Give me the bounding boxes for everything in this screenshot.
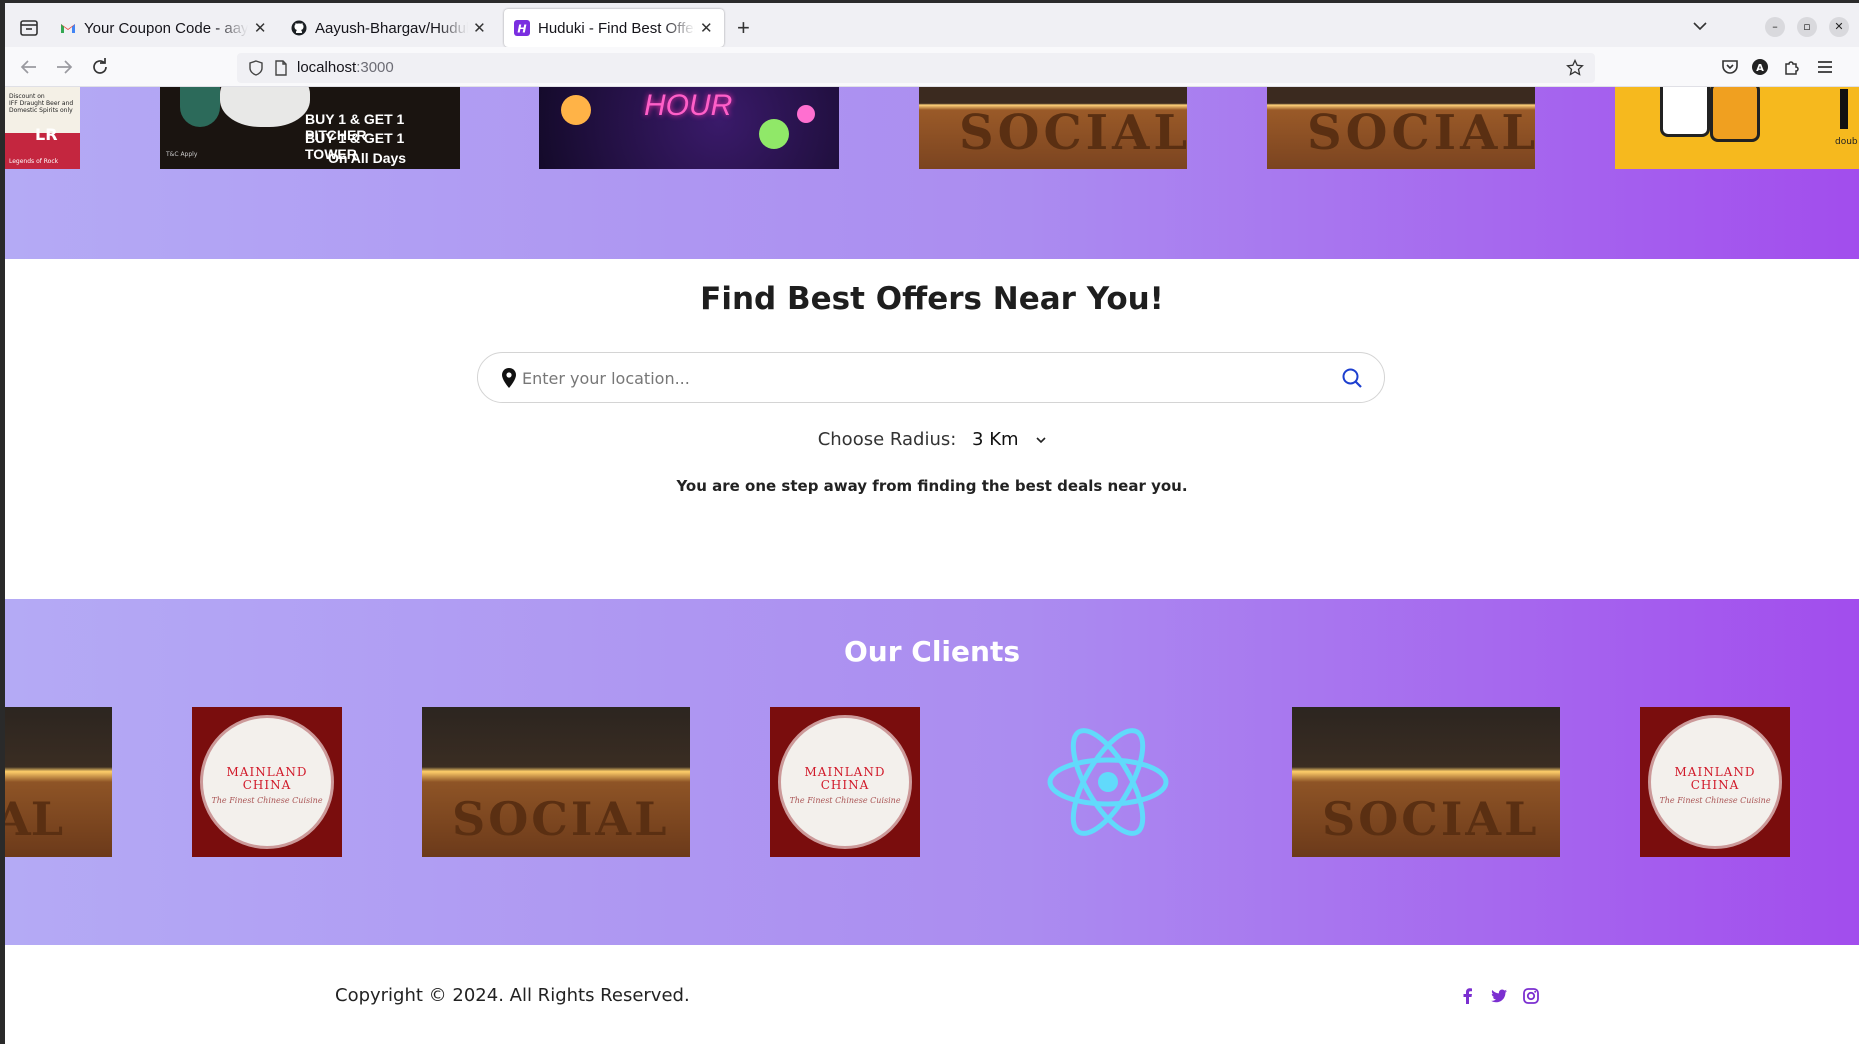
search-icon[interactable]	[1341, 367, 1363, 389]
hint-text: You are one step away from finding the b…	[676, 477, 1188, 495]
mainland-tagline: The Finest Chinese Cuisine	[211, 796, 323, 805]
close-tab-icon[interactable]: ✕	[472, 19, 487, 37]
huduki-icon: H	[514, 20, 530, 36]
pitcher-banner[interactable]: BUY 1 & GET 1 PITCHER BUY 1 & GET 1 TOWE…	[160, 87, 460, 169]
social-banner-text: SOCIAL	[959, 105, 1187, 161]
facebook-icon[interactable]	[1459, 987, 1477, 1005]
legends-banner[interactable]: Discount on IFF Draught Beer and Domestic …	[5, 87, 80, 169]
mainland-brand: MAINLAND CHINA	[804, 765, 886, 792]
shield-icon[interactable]	[247, 59, 265, 77]
mainland-tagline: The Finest Chinese Cuisine	[1659, 796, 1771, 805]
tab-gmail[interactable]: Your Coupon Code - aayus ✕	[50, 9, 278, 47]
client-logo-social[interactable]: SOCIAL	[1292, 707, 1560, 857]
bookmark-star-icon[interactable]	[1566, 59, 1584, 77]
svg-text:H: H	[517, 23, 526, 36]
client-logo-social[interactable]: AL	[5, 707, 112, 857]
instagram-icon[interactable]	[1522, 987, 1540, 1005]
chevron-down-icon	[1036, 437, 1046, 444]
radius-row: Choose Radius: 3 Km	[5, 429, 1859, 450]
url-text[interactable]: localhost:3000	[297, 59, 394, 76]
mainland-brand: MAINLAND CHINA	[1674, 765, 1756, 792]
social-banner-1[interactable]: SOCIAL	[919, 87, 1187, 169]
client-logo-mainland-china[interactable]: MAINLAND CHINA The Finest Chinese Cuisin…	[192, 707, 342, 857]
social-logo-text: SOCIAL	[1322, 792, 1540, 846]
mainland-brand: MAINLAND CHINA	[226, 765, 308, 792]
close-tab-icon[interactable]: ✕	[699, 19, 714, 37]
radius-label: Choose Radius:	[817, 429, 957, 450]
tab-github[interactable]: Aayush-Bhargav/Huduki-F ✕	[281, 9, 497, 47]
offers-carousel: Discount on IFF Draught Beer and Domestic …	[5, 87, 1859, 259]
github-icon	[291, 20, 307, 36]
chevron-down-icon[interactable]	[1691, 17, 1709, 35]
radius-select[interactable]: 3 Km	[972, 429, 1046, 450]
svg-text:A: A	[1756, 63, 1764, 74]
minimize-button[interactable]: –	[1765, 17, 1785, 37]
reload-icon[interactable]	[88, 55, 112, 79]
legends-banner-text: Legends of Rock	[9, 158, 59, 165]
close-window-button[interactable]: ✕	[1829, 17, 1849, 37]
search-section: Find Best Offers Near You! Choose Radius…	[5, 259, 1859, 599]
client-logo-react[interactable]	[1041, 707, 1175, 857]
location-search-box[interactable]	[477, 352, 1385, 403]
clients-section: Our Clients AL MAINLAND CHINA The Finest…	[5, 599, 1859, 945]
window-edge	[0, 0, 5, 1044]
tab-huduki[interactable]: H Huduki - Find Best Offers ✕	[504, 9, 724, 47]
location-input[interactable]	[522, 366, 1312, 390]
gmail-icon	[61, 24, 75, 33]
url-bar[interactable]: localhost:3000	[237, 53, 1595, 83]
social-logo-text: SOCIAL	[452, 792, 670, 846]
social-banner-text: SOCIAL	[1307, 105, 1535, 161]
beer-banner[interactable]: doub	[1615, 87, 1859, 169]
page-content: Discount on IFF Draught Beer and Domestic …	[5, 87, 1859, 1044]
footer: Copyright © 2024. All Rights Reserved.	[5, 945, 1859, 1044]
account-avatar-icon[interactable]: A	[1748, 55, 1772, 79]
page-heading: Find Best Offers Near You!	[700, 281, 1164, 317]
extensions-icon[interactable]	[1780, 55, 1804, 79]
client-logo-mainland-china[interactable]: MAINLAND CHINA The Finest Chinese Cuisin…	[1640, 707, 1790, 857]
restore-button[interactable]: ▫	[1797, 17, 1817, 37]
social-banner-2[interactable]: SOCIAL	[1267, 87, 1535, 169]
pitcher-line-3: On All Days	[328, 150, 407, 166]
clients-title: Our Clients	[843, 635, 1020, 668]
menu-icon[interactable]	[1813, 55, 1837, 79]
tab-title: Aayush-Bhargav/Huduki-F	[315, 19, 468, 37]
forward-icon[interactable]	[52, 55, 76, 79]
back-icon[interactable]	[17, 55, 41, 79]
client-logo-social[interactable]: SOCIAL	[422, 707, 690, 857]
browser-tab-bar: Your Coupon Code - aayus ✕ Aayush-Bharga…	[5, 0, 1859, 47]
radius-value: 3 Km	[972, 429, 1019, 450]
happy-hour-banner[interactable]: HOUR	[539, 87, 839, 169]
happy-hour-text: HOUR	[644, 89, 733, 122]
tab-title: Your Coupon Code - aayus	[84, 19, 249, 37]
react-logo-icon	[1047, 728, 1169, 836]
social-logo-text: AL	[5, 792, 64, 846]
beer-banner-text: doub	[1835, 137, 1858, 147]
client-logo-mainland-china[interactable]: MAINLAND CHINA The Finest Chinese Cuisin…	[770, 707, 920, 857]
location-pin-icon	[502, 368, 516, 388]
pitcher-terms: T&C Apply	[166, 151, 198, 158]
twitter-icon[interactable]	[1490, 987, 1508, 1005]
close-tab-icon[interactable]: ✕	[252, 19, 268, 37]
pocket-icon[interactable]	[1718, 55, 1742, 79]
browser-nav-bar: localhost:3000 A	[5, 47, 1859, 87]
new-tab-button[interactable]: +	[737, 15, 750, 41]
tab-title: Huduki - Find Best Offers	[538, 19, 695, 37]
copyright-text: Copyright © 2024. All Rights Reserved.	[335, 985, 690, 1006]
mainland-tagline: The Finest Chinese Cuisine	[789, 796, 901, 805]
tab-list-icon[interactable]	[17, 16, 41, 40]
page-icon[interactable]	[272, 59, 290, 77]
